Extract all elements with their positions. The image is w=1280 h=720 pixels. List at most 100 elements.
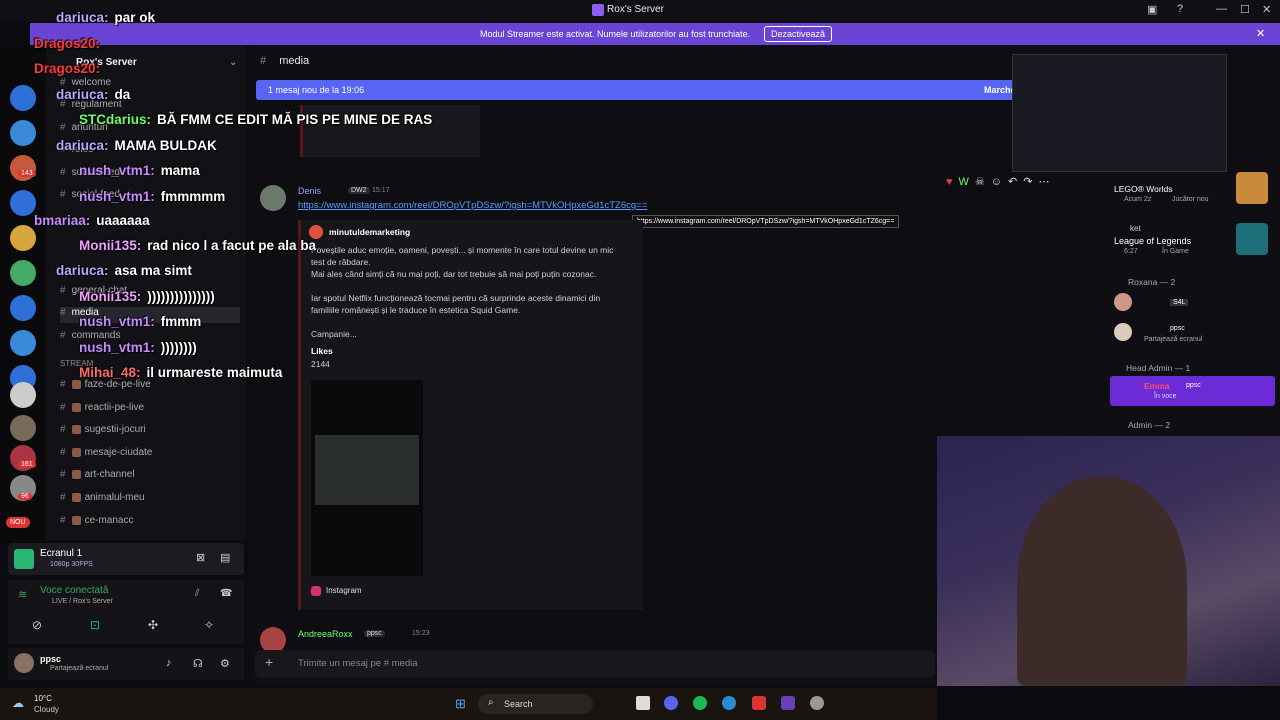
stream-settings-icon[interactable]: ▤	[220, 551, 230, 564]
activities-icon[interactable]: ✣	[148, 618, 158, 632]
avatar[interactable]	[14, 653, 34, 673]
server-icon[interactable]	[10, 260, 36, 286]
file-explorer-icon[interactable]	[636, 696, 650, 710]
windows-start-icon[interactable]: ⊞	[455, 696, 466, 712]
embed-body-line: Poveștile aduc emoție, oameni, povești..…	[311, 245, 614, 255]
server-icon[interactable]	[10, 415, 36, 441]
weather-icon[interactable]: ☁	[12, 696, 24, 710]
member-name[interactable]: S4L	[1170, 299, 1189, 306]
message-author[interactable]: Denis	[298, 186, 321, 196]
forward-icon[interactable]: ↷	[1023, 176, 1038, 188]
channel-welcome[interactable]: # welcome	[60, 77, 111, 93]
emoji-icon	[71, 469, 81, 479]
avatar[interactable]	[1114, 293, 1132, 311]
channel-social-feed-2[interactable]: # social-feed	[60, 189, 120, 205]
game-icon	[1236, 223, 1268, 255]
member-section: Head Admin — 1	[1126, 363, 1191, 373]
discord-icon[interactable]	[664, 696, 678, 710]
category-stream[interactable]: STREAM	[60, 359, 93, 375]
emoji-icon	[71, 402, 81, 412]
disconnect-icon[interactable]: ☎	[220, 588, 232, 599]
w-reaction-icon[interactable]: W	[959, 176, 975, 188]
minimize-button[interactable]: —	[1216, 3, 1227, 15]
add-reaction-icon[interactable]: ☺	[991, 176, 1008, 188]
emoji-icon	[71, 379, 81, 389]
server-icon[interactable]	[10, 225, 36, 251]
message-composer[interactable]: + Trimite un mesaj pe # media	[255, 650, 935, 678]
signal-icon[interactable]: ≋	[18, 588, 27, 601]
server-name[interactable]: Rox's Server	[76, 57, 137, 68]
user-status: Partajează ecranul	[50, 665, 109, 672]
member-tag: ppsc	[1186, 382, 1201, 389]
gear-icon[interactable]: ⚙	[220, 657, 230, 670]
channel-commands[interactable]: # commands	[60, 330, 120, 346]
app-icon[interactable]	[752, 696, 766, 710]
app-icon[interactable]	[810, 696, 824, 710]
obs-icon[interactable]	[781, 696, 795, 710]
server-icon[interactable]	[10, 295, 36, 321]
member-name[interactable]: Emma	[1144, 381, 1170, 391]
microphone-icon[interactable]: ♪	[166, 657, 172, 669]
maximize-button[interactable]: ☐	[1240, 3, 1250, 16]
new-messages-text: 1 mesaj nou de la 19:06	[268, 85, 365, 95]
channel-roles[interactable]: # roles	[60, 144, 93, 160]
thumbnail-image	[315, 435, 419, 505]
channel-media[interactable]: # media	[60, 307, 240, 323]
previous-embed	[300, 105, 480, 157]
voice-panel: ≋ Voce conectată LIVE / Rox's Server ⫽ ☎…	[8, 580, 244, 644]
embed-account[interactable]: minutuldemarketing	[329, 227, 410, 237]
help-icon[interactable]: ?	[1177, 3, 1183, 15]
soundboard-icon[interactable]: ✧	[204, 618, 214, 632]
channel-social-feed[interactable]: # social-feed	[60, 167, 120, 183]
server-icon[interactable]	[10, 155, 36, 181]
new-messages-bar[interactable]: 1 mesaj nou de la 19:06 Marchează	[256, 80, 1036, 100]
more-icon[interactable]: ⋯	[1038, 176, 1055, 188]
message-author[interactable]: AndreeaRoxx	[298, 629, 353, 639]
inbox-icon[interactable]: ▣	[1147, 3, 1157, 16]
edge-icon[interactable]	[722, 696, 736, 710]
reply-icon[interactable]: ↶	[1008, 176, 1023, 188]
stream-quality: 1080p 30FPS	[50, 561, 93, 568]
message-link[interactable]: https://www.instagram.com/reel/DROpVTpDS…	[298, 200, 647, 211]
stop-stream-icon[interactable]: ⊠	[196, 551, 205, 564]
channel-anunturi[interactable]: # anunturi	[60, 122, 108, 138]
channel-regulament[interactable]: # regulament	[60, 99, 122, 115]
skull-reaction-icon[interactable]: ☠	[975, 176, 991, 188]
share-screen-icon[interactable]: ⊡	[90, 618, 100, 632]
server-icon[interactable]	[10, 330, 36, 356]
taskbar-search[interactable]: ⌕ Search	[478, 694, 593, 714]
member-name[interactable]: ppsc	[1170, 325, 1185, 332]
message-time: 15:17	[372, 187, 390, 194]
headphones-icon[interactable]: ☊	[193, 657, 203, 670]
voice-status: Voce conectată	[40, 585, 109, 596]
avatar[interactable]	[260, 185, 286, 211]
camera-off-icon[interactable]: ⊘	[32, 618, 42, 632]
channel-animalul-meu[interactable]: # animalul-meu	[60, 492, 145, 508]
server-icon[interactable]	[10, 85, 36, 111]
channel-faze-de-pe-live[interactable]: # faze-de-pe-live	[60, 379, 151, 395]
heart-reaction-icon[interactable]: ♥	[946, 176, 959, 188]
disable-streamer-button[interactable]: Dezactivează	[764, 26, 833, 42]
channel-reactii-pe-live[interactable]: # reactii-pe-live	[60, 402, 144, 418]
server-icon[interactable]	[10, 120, 36, 146]
server-icon[interactable]	[10, 382, 36, 408]
activity-sub: Acum 2z	[1124, 196, 1152, 203]
close-window-button[interactable]: ✕	[1262, 3, 1271, 16]
chevron-down-icon[interactable]: ⌄	[229, 57, 237, 68]
noise-icon[interactable]: ⫽	[195, 588, 199, 599]
embed-body-line: familiile românești și le traduce în est…	[311, 305, 521, 315]
avatar[interactable]	[1114, 323, 1132, 341]
channel-mesaje-ciudate[interactable]: # mesaje-ciudate	[60, 447, 152, 463]
add-attachment-icon[interactable]: +	[265, 654, 273, 670]
server-icon[interactable]	[10, 190, 36, 216]
composer-placeholder: Trimite un mesaj pe # media	[298, 658, 418, 669]
banner-close-icon[interactable]: ✕	[1256, 27, 1265, 40]
channel-ce-manacc[interactable]: # ce-manacc	[60, 515, 133, 531]
channel-sugestii-jocuri[interactable]: # sugestii-jocuri	[60, 424, 146, 440]
embed-body-line: test de răbdare.	[311, 257, 371, 267]
member-highlight[interactable]	[1110, 376, 1275, 406]
video-thumbnail[interactable]	[311, 380, 423, 576]
spotify-icon[interactable]	[693, 696, 707, 710]
channel-general-chat[interactable]: # general-chat	[60, 285, 127, 301]
channel-art-channel[interactable]: # art-channel	[60, 469, 135, 485]
